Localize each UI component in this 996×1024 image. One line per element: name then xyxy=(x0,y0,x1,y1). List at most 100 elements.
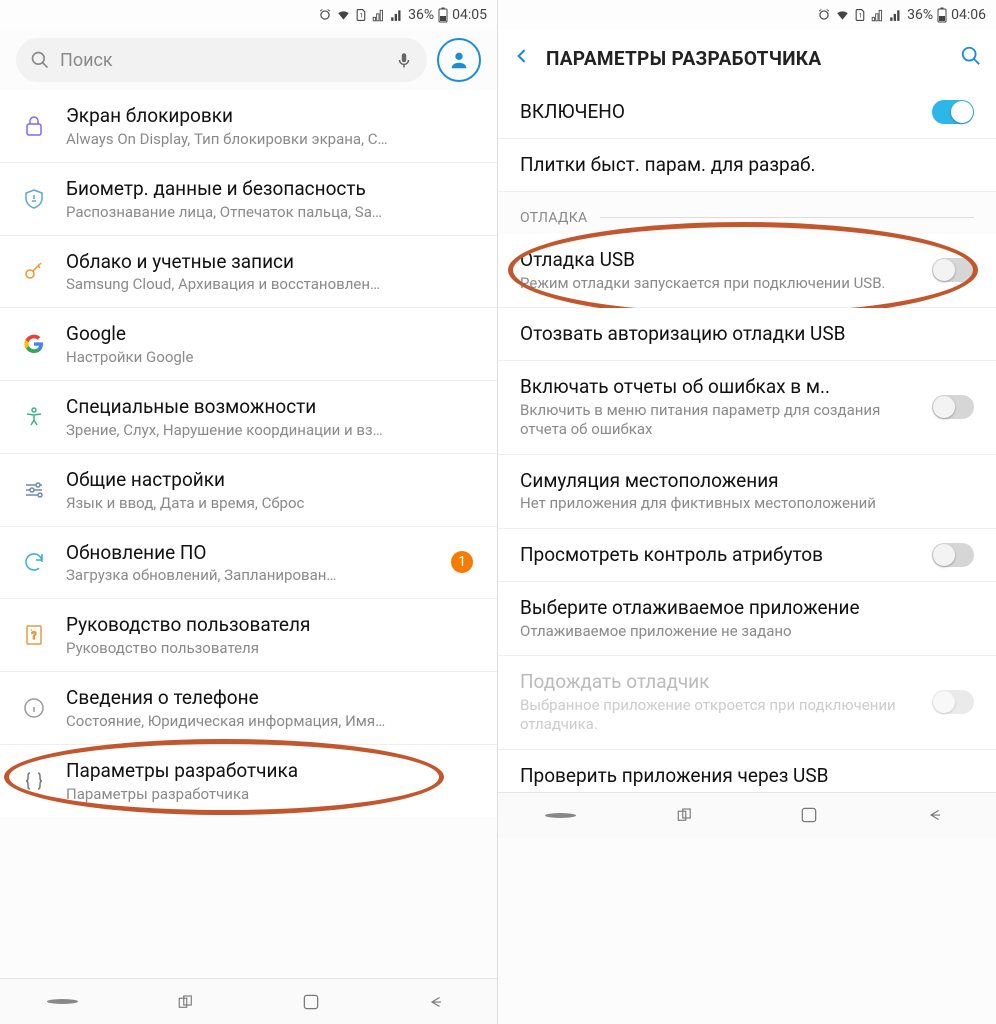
search-button[interactable] xyxy=(960,45,982,71)
search-icon xyxy=(30,50,50,70)
item-sub: Параметры разработчика xyxy=(66,785,477,803)
battery-pct: 36% xyxy=(907,7,933,23)
item-sub: Язык и ввод, Дата и время, Сброс xyxy=(66,494,477,512)
item-title: Биометр. данные и безопасность xyxy=(66,177,477,201)
row-view-attrib[interactable]: Просмотреть контроль атрибутов xyxy=(498,529,996,582)
sim-icon: 1 xyxy=(854,8,867,22)
row-tiles[interactable]: Плитки быст. парам. для разраб. xyxy=(498,139,996,192)
item-biometrics[interactable]: Биометр. данные и безопасность Распознава… xyxy=(0,163,497,236)
toggle-usb-debug[interactable] xyxy=(932,258,974,282)
row-wait-debugger: Подождать отладчикВыбранное приложение о… xyxy=(498,656,996,750)
row-sub: Отлаживаемое приложение не задано xyxy=(520,622,974,642)
item-title: Облако и учетные записи xyxy=(66,250,477,274)
item-sub: Состояние, Юридическая информация, Имя… xyxy=(66,712,477,730)
toggle-bug-reports[interactable] xyxy=(932,395,974,419)
row-title: Подождать отладчик xyxy=(520,670,918,694)
signal-icon xyxy=(372,8,386,22)
item-manual[interactable]: ? Руководство пользователя Руководство по… xyxy=(0,599,497,672)
row-enabled[interactable]: ВКЛЮЧЕНО xyxy=(498,86,996,139)
wifi-icon xyxy=(835,8,850,22)
battery-pct: 36% xyxy=(408,7,434,23)
item-sub: Настройки Google xyxy=(66,348,477,366)
signal-icon xyxy=(390,8,404,22)
item-title: Google xyxy=(66,322,477,346)
row-mock-location[interactable]: Симуляция местоположенияНет приложения д… xyxy=(498,455,996,529)
row-title: ВКЛЮЧЕНО xyxy=(520,100,918,124)
key-icon xyxy=(20,257,48,285)
row-title: Проверить приложения через USB xyxy=(520,764,974,788)
header-title: ПАРАМЕТРЫ РАЗРАБОТЧИКА xyxy=(546,47,946,70)
nav-recents[interactable] xyxy=(124,993,248,1011)
toggle-wait-debugger xyxy=(932,690,974,714)
row-usb-debug[interactable]: Отладка USBРежим отладки запускается при… xyxy=(498,234,996,308)
item-lock-screen[interactable]: Экран блокировкиAlways On Display, Тип б… xyxy=(0,90,497,163)
row-title: Выберите отлаживаемое приложение xyxy=(520,596,974,620)
status-bar: 1 36% 04:05 xyxy=(0,0,497,30)
google-icon xyxy=(20,330,48,358)
row-sub: Режим отладки запускается при подключени… xyxy=(520,274,918,294)
nav-home[interactable] xyxy=(249,992,373,1012)
row-title: Симуляция местоположения xyxy=(520,469,974,493)
clock: 04:06 xyxy=(951,7,986,23)
toggle-enabled[interactable] xyxy=(932,100,974,124)
screenshot-settings-list: 1 36% 04:05 Поиск Экран блокировкиAlways… xyxy=(0,0,498,1024)
row-bug-reports[interactable]: Включать отчеты об ошибках в м..Включить… xyxy=(498,361,996,455)
nav-bar xyxy=(498,792,996,838)
search-placeholder: Поиск xyxy=(60,50,385,71)
item-title: Обновление ПО xyxy=(66,541,433,565)
item-sub: Руководство пользователя xyxy=(66,639,477,657)
nav-bar xyxy=(0,978,497,1024)
clock: 04:05 xyxy=(452,7,487,23)
item-developer-options[interactable]: Параметры разработчикаПараметры разработ… xyxy=(0,745,497,817)
update-icon xyxy=(20,548,48,576)
signal-icon xyxy=(871,8,885,22)
item-about-phone[interactable]: Сведения о телефонеСостояние, Юридическа… xyxy=(0,672,497,745)
row-verify-usb[interactable]: Проверить приложения через USB xyxy=(498,750,996,792)
row-title: Просмотреть контроль атрибутов xyxy=(520,543,918,567)
screenshot-developer-options: 1 36% 04:06 ПАРАМЕТРЫ РАЗРАБОТЧИКА ВКЛЮЧ… xyxy=(498,0,996,1024)
svg-text:1: 1 xyxy=(859,12,863,20)
wifi-icon xyxy=(336,8,351,22)
accessibility-icon xyxy=(20,403,48,431)
book-icon: ? xyxy=(20,621,48,649)
item-sub: Samsung Cloud, Архивация и восстановлен… xyxy=(66,275,477,293)
item-title: Руководство пользователя xyxy=(66,613,477,637)
nav-menu[interactable] xyxy=(0,999,124,1004)
item-sub: Always On Display, Тип блокировки экрана… xyxy=(66,130,477,148)
nav-menu[interactable] xyxy=(498,813,623,818)
nav-recents[interactable] xyxy=(623,806,748,824)
item-title: Специальные возможности xyxy=(66,395,477,419)
header: ПАРАМЕТРЫ РАЗРАБОТЧИКА xyxy=(498,30,996,86)
search-input[interactable]: Поиск xyxy=(16,38,427,82)
nav-back[interactable] xyxy=(872,806,996,824)
battery-icon xyxy=(937,7,947,23)
shield-icon xyxy=(20,185,48,213)
mic-icon[interactable] xyxy=(395,50,413,70)
row-sub: Выбранное приложение откроется при подкл… xyxy=(520,696,918,735)
row-title: Включать отчеты об ошибках в м.. xyxy=(520,375,918,399)
row-revoke-auth[interactable]: Отозвать авторизацию отладки USB xyxy=(498,308,996,361)
battery-icon xyxy=(438,7,448,23)
braces-icon xyxy=(20,767,48,795)
item-accessibility[interactable]: Специальные возможности Зрение, Слух, Нар… xyxy=(0,381,497,454)
profile-button[interactable] xyxy=(437,38,481,82)
row-sub: Нет приложения для фиктивных местоположе… xyxy=(520,494,974,514)
sim-icon: 1 xyxy=(355,8,368,22)
nav-back[interactable] xyxy=(373,993,497,1011)
status-bar: 1 36% 04:06 xyxy=(498,0,996,30)
row-title: Отозвать авторизацию отладки USB xyxy=(520,322,974,346)
svg-text:?: ? xyxy=(32,631,37,642)
item-sub: Загрузка обновлений, Запланирован… xyxy=(66,566,433,584)
item-google[interactable]: Google Настройки Google xyxy=(0,308,497,381)
item-general[interactable]: Общие настройкиЯзык и ввод, Дата и время… xyxy=(0,454,497,527)
nav-home[interactable] xyxy=(747,805,872,825)
settings-list: Экран блокировкиAlways On Display, Тип б… xyxy=(0,90,497,978)
toggle-view-attrib[interactable] xyxy=(932,543,974,567)
item-sub: Распознавание лица, Отпечаток пальца, Sa… xyxy=(66,203,477,221)
item-sub: Зрение, Слух, Нарушение координации и вз… xyxy=(66,421,477,439)
row-select-debug-app[interactable]: Выберите отлаживаемое приложениеОтлажива… xyxy=(498,582,996,656)
item-software-update[interactable]: Обновление ПОЗагрузка обновлений, Заплан… xyxy=(0,527,497,600)
back-button[interactable] xyxy=(512,46,532,70)
row-sub: Включить в меню питания параметр для соз… xyxy=(520,401,918,440)
item-cloud-accounts[interactable]: Облако и учетные записиSamsung Cloud, Ар… xyxy=(0,236,497,309)
